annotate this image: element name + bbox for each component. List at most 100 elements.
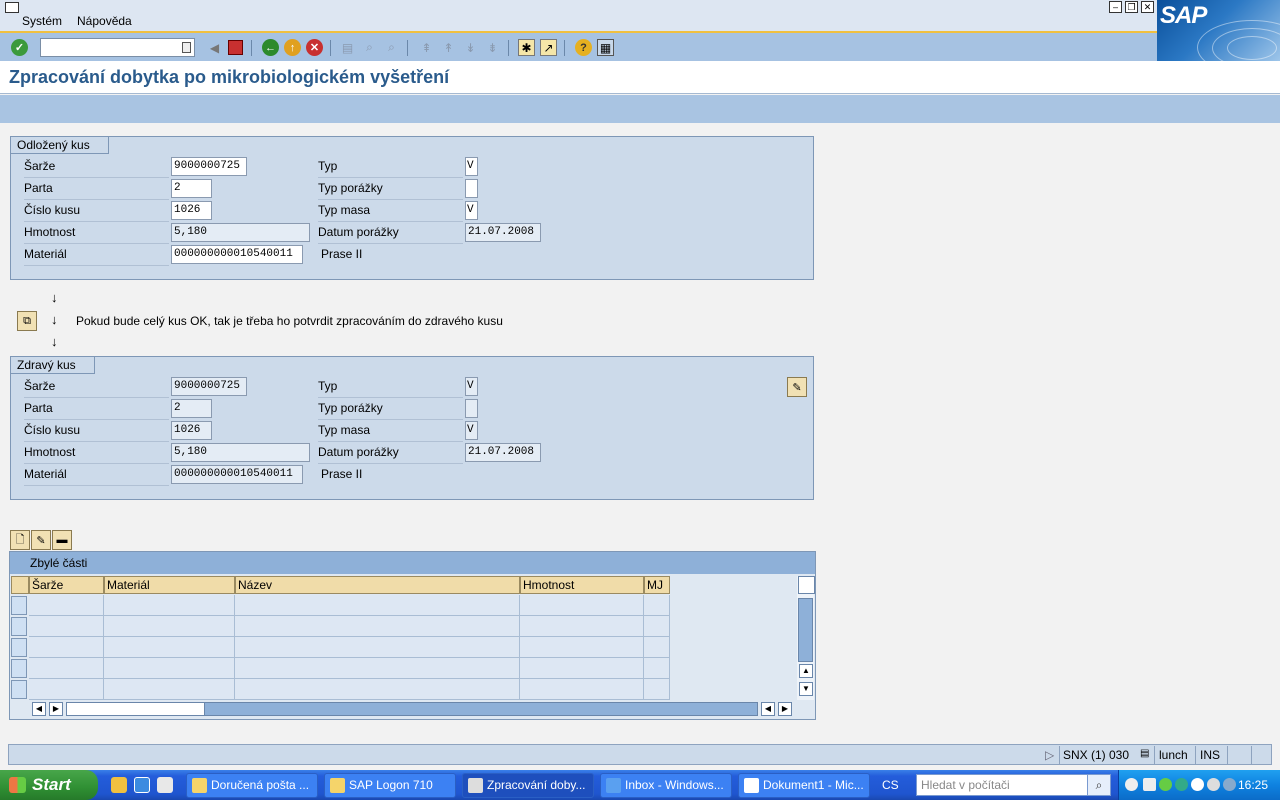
vertical-scrollbar[interactable]: ▲ ▼ <box>797 576 815 700</box>
enter-icon[interactable]: ✓ <box>11 39 28 56</box>
table-cell[interactable] <box>104 637 235 658</box>
column-header[interactable]: Materiál <box>104 576 235 594</box>
desktop-search-input[interactable]: Hledat v počítači ⌕ <box>916 774 1111 796</box>
system-info[interactable]: SNX (1) 030 <box>1063 748 1129 762</box>
row-selector[interactable] <box>11 659 27 678</box>
menu-system[interactable]: Systém <box>22 14 62 28</box>
first-page-icon[interactable]: ⇞ <box>418 39 435 56</box>
table-cell[interactable] <box>29 658 104 679</box>
save-icon[interactable] <box>228 40 243 55</box>
scroll-left-icon[interactable]: ◀ <box>761 702 775 716</box>
datum-porazky-field[interactable]: 21.07.2008 <box>465 443 541 462</box>
parta-field[interactable]: 2 <box>171 179 212 198</box>
table-cell[interactable] <box>644 595 670 616</box>
help-icon[interactable]: ? <box>575 39 592 56</box>
print-icon[interactable]: ▤ <box>339 39 356 56</box>
table-cell[interactable] <box>644 658 670 679</box>
command-field[interactable] <box>40 38 195 57</box>
table-cell[interactable] <box>520 658 644 679</box>
hmotnost-field[interactable]: 5,180 <box>171 223 310 242</box>
row-selector[interactable] <box>11 680 27 699</box>
select-all-cell[interactable] <box>11 576 29 594</box>
scroll-thumb[interactable] <box>798 598 813 662</box>
horizontal-scrollbar[interactable] <box>66 702 758 716</box>
table-cell[interactable] <box>520 616 644 637</box>
scroll-up-icon[interactable]: ▲ <box>799 664 813 678</box>
typ-porazky-field[interactable] <box>465 179 478 198</box>
tray-chevron-icon[interactable] <box>1125 778 1138 791</box>
volume-icon[interactable] <box>1223 778 1236 791</box>
column-header[interactable]: Hmotnost <box>520 576 644 594</box>
collapse-icon[interactable]: ◀ <box>206 39 223 56</box>
new-row-icon[interactable]: 🗋 <box>10 530 30 550</box>
find-next-icon[interactable]: ⌕ <box>383 39 400 56</box>
network-icon[interactable] <box>1191 778 1204 791</box>
previous-page-icon[interactable]: ↟ <box>440 39 457 56</box>
tray-icon[interactable] <box>1175 778 1188 791</box>
column-header[interactable]: Šarže <box>29 576 104 594</box>
customize-layout-icon[interactable]: ▦ <box>597 39 614 56</box>
edit-row-icon[interactable]: ✎ <box>31 530 51 550</box>
back-icon[interactable]: ← <box>262 39 279 56</box>
scroll-left-icon[interactable]: ◀ <box>32 702 46 716</box>
start-button[interactable]: Start <box>0 770 98 800</box>
table-cell[interactable] <box>235 616 520 637</box>
exit-icon[interactable]: ↑ <box>284 39 301 56</box>
insert-mode[interactable]: INS <box>1200 748 1220 762</box>
hmotnost-field[interactable]: 5,180 <box>171 443 310 462</box>
typ-field[interactable]: V <box>465 157 478 176</box>
system-info-icon[interactable]: ▤ <box>1140 748 1149 759</box>
datum-porazky-field[interactable]: 21.07.2008 <box>465 223 541 242</box>
next-page-icon[interactable]: ↡ <box>462 39 479 56</box>
typ-masa-field[interactable]: V <box>465 421 478 440</box>
table-cell[interactable] <box>29 679 104 700</box>
command-history-icon[interactable] <box>182 42 191 53</box>
sarze-field[interactable]: 9000000725 <box>171 157 247 176</box>
column-settings-icon[interactable] <box>798 576 815 594</box>
tray-icon[interactable] <box>1207 778 1220 791</box>
table-cell[interactable] <box>520 679 644 700</box>
menu-help[interactable]: Nápověda <box>77 14 132 28</box>
quicklaunch-icon[interactable] <box>111 777 127 793</box>
scroll-down-icon[interactable]: ▼ <box>799 682 813 696</box>
scroll-thumb[interactable] <box>67 703 205 715</box>
minimize-icon[interactable]: – <box>1109 1 1122 13</box>
row-selector[interactable] <box>11 638 27 657</box>
delete-row-icon[interactable]: ▬ <box>52 530 72 550</box>
copy-to-healthy-button[interactable]: ⧉ <box>17 311 37 331</box>
new-session-icon[interactable]: ✱ <box>518 39 535 56</box>
table-cell[interactable] <box>235 595 520 616</box>
quicklaunch-icon[interactable] <box>157 777 173 793</box>
row-selector[interactable] <box>11 596 27 615</box>
typ-field[interactable]: V <box>465 377 478 396</box>
table-cell[interactable] <box>235 679 520 700</box>
taskbar-item[interactable]: Dokument1 - Mic... <box>738 773 870 798</box>
sarze-field[interactable]: 9000000725 <box>171 377 247 396</box>
parta-field[interactable]: 2 <box>171 399 212 418</box>
window-menu-icon[interactable] <box>5 2 19 13</box>
table-cell[interactable] <box>29 616 104 637</box>
table-cell[interactable] <box>235 658 520 679</box>
internet-explorer-icon[interactable] <box>134 777 150 793</box>
language-indicator[interactable]: CS <box>882 778 899 792</box>
table-cell[interactable] <box>644 616 670 637</box>
table-cell[interactable] <box>29 595 104 616</box>
typ-masa-field[interactable]: V <box>465 201 478 220</box>
edit-healthy-button[interactable]: ✎ <box>787 377 807 397</box>
restore-icon[interactable]: ❐ <box>1125 1 1138 13</box>
column-header[interactable]: MJ <box>644 576 670 594</box>
taskbar-item-active[interactable]: Zpracování doby... <box>462 773 594 798</box>
scroll-right-icon[interactable]: ▶ <box>778 702 792 716</box>
table-cell[interactable] <box>104 679 235 700</box>
status-expand-icon[interactable]: ▷ <box>1045 748 1054 762</box>
table-cell[interactable] <box>520 637 644 658</box>
search-icon[interactable]: ⌕ <box>1087 774 1111 796</box>
taskbar-item[interactable]: SAP Logon 710 <box>324 773 456 798</box>
scroll-right-icon[interactable]: ▶ <box>49 702 63 716</box>
table-cell[interactable] <box>29 637 104 658</box>
find-icon[interactable]: ⌕ <box>361 39 378 56</box>
cislo-kusu-field[interactable]: 1026 <box>171 201 212 220</box>
cislo-kusu-field[interactable]: 1026 <box>171 421 212 440</box>
typ-porazky-field[interactable] <box>465 399 478 418</box>
table-cell[interactable] <box>104 616 235 637</box>
